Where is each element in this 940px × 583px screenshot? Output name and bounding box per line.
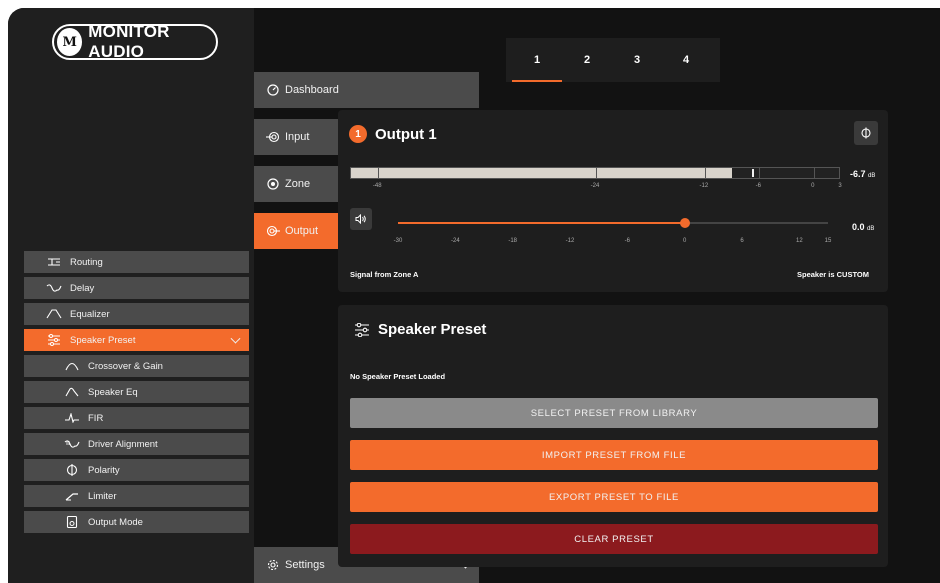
- signal-source-text: Signal from Zone A: [350, 270, 419, 279]
- gain-scale-label: 15: [824, 238, 832, 244]
- sidebar-item-label: Speaker Preset: [70, 334, 136, 346]
- app-frame: M MONITOR AUDIO Dashboard Input Zone Out…: [8, 8, 940, 583]
- limiter-icon: [64, 489, 80, 503]
- output-tabs: 1 2 3 4: [506, 38, 720, 82]
- delay-wave-icon: [46, 281, 62, 295]
- speaker-eq-curve-icon: [64, 385, 80, 399]
- sliders-icon: [46, 333, 62, 347]
- sidebar-item-label: Output Mode: [88, 516, 143, 528]
- sidebar-item-label: Crossover & Gain: [88, 360, 163, 372]
- meter-peak-marker: [751, 169, 754, 177]
- gain-slider-fill: [398, 222, 685, 224]
- driver-alignment-icon: [64, 437, 80, 451]
- gain-scale-label: -18: [508, 238, 517, 244]
- meter-value: -6.7 dB: [850, 169, 876, 179]
- crossover-curve-icon: [64, 359, 80, 373]
- speaker-type-text: Speaker is CUSTOM: [797, 270, 869, 279]
- output-card: 1 Output 1 -48 -24 -12 -6 0 3 -6.7 dB -30 -24 -…: [338, 110, 888, 292]
- meter-tick: [813, 168, 815, 178]
- meter-scale-label: 3: [838, 183, 842, 189]
- tab-3[interactable]: 3: [612, 38, 662, 82]
- tab-1[interactable]: 1: [512, 38, 562, 82]
- sidebar-item-output-mode[interactable]: Output Mode: [24, 511, 249, 533]
- sidebar-item-polarity[interactable]: Polarity: [24, 459, 249, 481]
- polarity-icon: [861, 127, 871, 139]
- gain-scale-label: -30: [393, 238, 403, 244]
- sidebar-item-limiter[interactable]: Limiter: [24, 485, 249, 507]
- sidebar-item-label: Equalizer: [70, 308, 110, 320]
- meter-tick: [378, 168, 380, 178]
- sidebar-item-equalizer[interactable]: Equalizer: [24, 303, 249, 325]
- gain-scale-label: -12: [565, 238, 575, 244]
- output-title: Output 1: [375, 126, 437, 143]
- gain-slider-thumb[interactable]: [679, 218, 690, 228]
- sliders-icon: [354, 322, 370, 342]
- sidebar-item-label: FIR: [88, 412, 104, 424]
- sidebar-item-label: Driver Alignment: [88, 438, 158, 450]
- brand-logo: M MONITOR AUDIO: [52, 22, 218, 61]
- meter-scale-label: 0: [811, 183, 815, 189]
- speaker-box-icon: [64, 515, 80, 529]
- sidebar-item-driver-alignment[interactable]: Driver Alignment: [24, 433, 249, 455]
- preset-status-text: No Speaker Preset Loaded: [350, 372, 446, 381]
- equalizer-curve-icon: [46, 307, 62, 321]
- gain-scale-label: -24: [450, 238, 460, 244]
- sidebar-item-label: Routing: [70, 256, 103, 268]
- gain-scale-label: 0: [682, 238, 687, 244]
- sidebar-item-fir[interactable]: FIR: [24, 407, 249, 429]
- output-number-badge: 1: [349, 125, 367, 143]
- tab-2[interactable]: 2: [562, 38, 612, 82]
- mute-button[interactable]: [350, 208, 372, 230]
- speaker-preset-title: Speaker Preset: [378, 321, 487, 338]
- level-meter: [350, 167, 840, 179]
- clear-preset-button[interactable]: CLEAR PRESET: [350, 524, 878, 554]
- gain-scale-label: 6: [740, 238, 744, 244]
- select-preset-button[interactable]: SELECT PRESET FROM LIBRARY: [350, 398, 878, 428]
- meter-tick: [759, 168, 761, 178]
- chevron-down-icon: [230, 333, 241, 344]
- import-preset-button[interactable]: IMPORT PRESET FROM FILE: [350, 440, 878, 470]
- polarity-button[interactable]: [854, 121, 878, 145]
- logo-text: MONITOR AUDIO: [88, 22, 170, 61]
- polarity-icon: [64, 463, 80, 477]
- gain-value: 0.0 dB: [852, 222, 875, 232]
- sidebar-item-speaker-eq[interactable]: Speaker Eq: [24, 381, 249, 403]
- meter-fill: [351, 168, 733, 178]
- gain-scale-label: 12: [795, 238, 803, 244]
- meter-tick: [596, 168, 597, 178]
- fir-pulse-icon: [64, 411, 80, 425]
- speaker-volume-icon: [355, 214, 366, 224]
- sidebar: M MONITOR AUDIO Dashboard Input Zone Out…: [8, 8, 479, 583]
- tab-4[interactable]: 4: [661, 38, 711, 82]
- meter-tick: [704, 168, 706, 178]
- sidebar-item-label: Limiter: [88, 490, 117, 502]
- routing-icon: [46, 255, 62, 269]
- speaker-preset-card: Speaker Preset No Speaker Preset Loaded …: [338, 305, 888, 567]
- sidebar-item-speaker-preset[interactable]: Speaker Preset: [24, 329, 249, 351]
- sidebar-item-routing[interactable]: Routing: [24, 251, 249, 273]
- meter-scale-label: -6: [755, 183, 761, 189]
- meter-scale-label: -24: [590, 183, 600, 189]
- sidebar-item-label: Delay: [70, 282, 95, 294]
- export-preset-button[interactable]: EXPORT PRESET TO FILE: [350, 482, 878, 512]
- gain-slider[interactable]: [398, 218, 828, 228]
- sidebar-item-crossover-gain[interactable]: Crossover & Gain: [24, 355, 249, 377]
- meter-scale-label: -48: [372, 183, 382, 189]
- sidebar-item-label: Speaker Eq: [88, 386, 138, 398]
- sidebar-item-delay[interactable]: Delay: [24, 277, 249, 299]
- meter-scale-label: -12: [699, 183, 709, 189]
- main-content: 1 2 3 4 1 Output 1 -48 -24 -12 -6 0 3 -6.7 dB: [254, 8, 940, 583]
- logo-mark: M: [57, 28, 83, 56]
- sidebar-item-label: Polarity: [88, 464, 120, 476]
- gain-scale-label: -6: [624, 238, 630, 244]
